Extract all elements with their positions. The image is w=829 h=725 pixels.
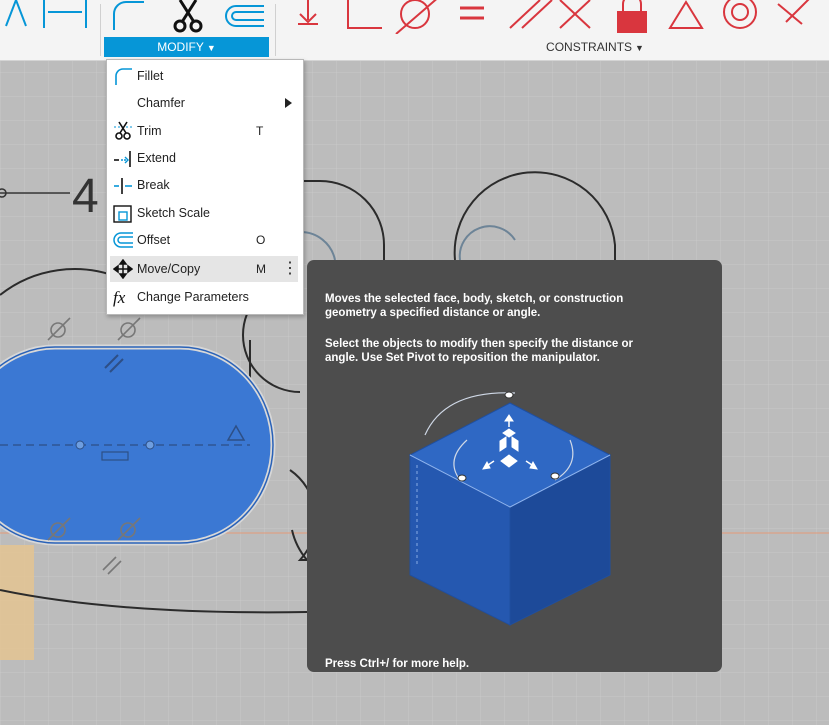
menu-item-change-parameters[interactable]: fx Change Parameters	[110, 284, 298, 310]
menu-item-label: Move/Copy	[137, 262, 201, 276]
modify-label: MODIFY	[157, 40, 204, 54]
menu-item-label: Offset	[137, 233, 171, 247]
fillet-icon	[115, 68, 132, 85]
menu-item-offset[interactable]: Offset O	[110, 227, 298, 253]
tooltip-instructions-line: angle. Use Set Pivot to reposition the m…	[325, 352, 600, 364]
menu-item-move-copy[interactable]: Move/Copy M ⋮	[110, 256, 298, 282]
trim-icon	[114, 121, 132, 140]
tooltip-help-hint: Press Ctrl+/ for more help.	[325, 658, 470, 670]
offset-icon	[113, 232, 133, 248]
constraints-label: CONSTRAINTS	[546, 40, 633, 54]
dimension-tools-icons[interactable]	[0, 0, 100, 34]
tooltip-description-line: Moves the selected face, body, sketch, o…	[325, 293, 624, 305]
trim-icon[interactable]	[168, 0, 208, 34]
toolbar: MODIFY ▼ CONSTRAINTS ▼	[0, 0, 829, 61]
menu-item-label: Sketch Scale	[137, 206, 210, 220]
menu-item-extend[interactable]: Extend	[110, 145, 298, 171]
chevron-down-icon: ▼	[206, 43, 216, 53]
selected-sketch-profile[interactable]	[0, 344, 276, 546]
modify-menu: Fillet Chamfer Trim T Extend Break Sketc…	[106, 59, 304, 315]
menu-item-label: Break	[137, 178, 170, 192]
move-icon	[113, 259, 133, 279]
tooltip-instructions-line: Select the objects to modify then specif…	[325, 338, 634, 350]
menu-item-break[interactable]: Break	[110, 172, 298, 198]
sketch-scale-icon	[113, 205, 132, 223]
tooltip-description-line: geometry a specified distance or angle.	[325, 307, 541, 319]
shortcut-key: M	[256, 262, 266, 276]
fx-icon: fx	[113, 288, 126, 307]
menu-item-label: Trim	[137, 124, 162, 138]
modify-dropdown-button[interactable]: MODIFY ▼	[104, 37, 269, 57]
shortcut-key: O	[256, 233, 266, 247]
more-options-icon[interactable]: ⋮	[282, 259, 298, 279]
svg-text:fx: fx	[113, 288, 126, 307]
menu-item-label: Chamfer	[137, 96, 185, 110]
dimension-value: 4	[72, 170, 99, 223]
sketch-region	[0, 545, 34, 660]
menu-item-chamfer[interactable]: Chamfer	[110, 90, 298, 116]
constraint-icons[interactable]	[290, 0, 829, 34]
menu-item-label: Fillet	[137, 69, 164, 83]
offset-icon[interactable]	[218, 0, 268, 34]
command-tooltip: Moves the selected face, body, sketch, o…	[307, 260, 722, 672]
move-manipulator-illustration	[408, 391, 612, 626]
constraints-dropdown-button[interactable]: CONSTRAINTS ▼	[520, 37, 670, 57]
menu-item-label: Extend	[137, 151, 176, 165]
shortcut-key: T	[256, 124, 264, 138]
menu-item-label: Change Parameters	[137, 290, 249, 304]
submenu-arrow-icon	[285, 98, 292, 108]
menu-item-trim[interactable]: Trim T	[110, 118, 298, 144]
break-icon	[114, 178, 132, 194]
extend-icon	[114, 151, 131, 167]
menu-item-fillet[interactable]: Fillet	[110, 63, 298, 89]
menu-item-sketch-scale[interactable]: Sketch Scale	[110, 200, 298, 226]
fillet-icon[interactable]	[108, 0, 148, 34]
chevron-down-icon: ▼	[635, 43, 644, 53]
